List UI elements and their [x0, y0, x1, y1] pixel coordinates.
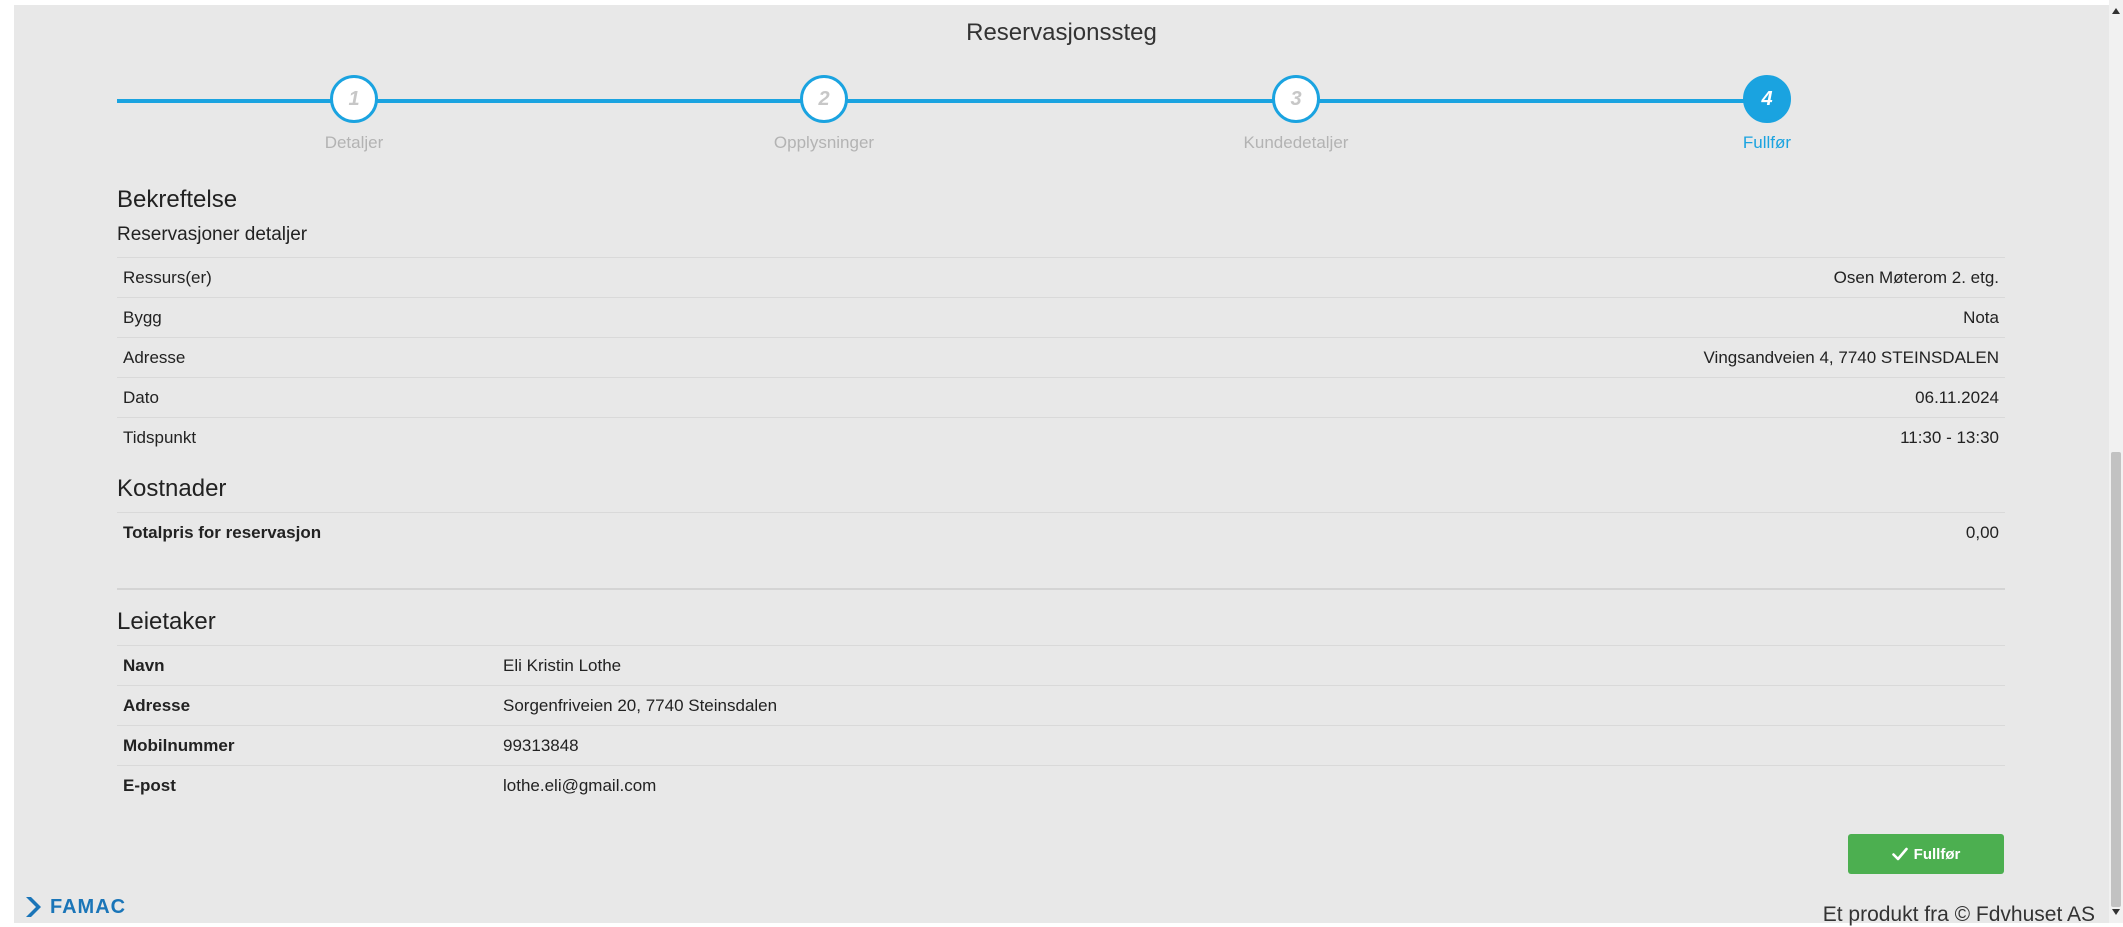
detail-value: Vingsandveien 4, 7740 STEINSDALEN — [1703, 348, 1999, 367]
step-2-label: Opplysninger — [773, 133, 875, 152]
tenant-value: 99313848 — [503, 736, 579, 755]
tenant-label: Navn — [123, 656, 165, 675]
step-2-circle: 2 — [800, 75, 848, 123]
detail-value: 11:30 - 13:30 — [1900, 428, 1999, 447]
famac-logo-icon — [26, 897, 41, 917]
tenant-row-mobile: Mobilnummer 99313848 — [117, 725, 2005, 765]
reservation-details-heading: Reservasjoner detaljer — [117, 224, 308, 245]
scrollbar-thumb[interactable] — [2111, 452, 2121, 907]
tenant-label: Adresse — [123, 696, 191, 715]
step-1-circle: 1 — [330, 75, 378, 123]
total-price-value: 0,00 — [1965, 523, 1999, 542]
detail-value: Osen Møterom 2. etg. — [1833, 268, 1999, 287]
step-2[interactable]: 2 Opplysninger — [744, 75, 904, 153]
tenant-label: E-post — [123, 776, 176, 795]
finish-button-label: Fullfør — [1913, 845, 1961, 863]
scroll-up-arrow-icon[interactable] — [2112, 8, 2120, 14]
tenant-label: Mobilnummer — [123, 736, 235, 755]
detail-label: Bygg — [123, 308, 162, 327]
step-4-label: Fullfør — [1742, 133, 1792, 152]
detail-row-date: Dato 06.11.2024 — [117, 377, 2005, 417]
confirmation-heading: Bekreftelse — [117, 186, 238, 213]
costs-heading: Kostnader — [117, 475, 227, 502]
detail-row-address: Adresse Vingsandveien 4, 7740 STEINSDALE… — [117, 337, 2005, 377]
detail-row-time: Tidspunkt 11:30 - 13:30 — [117, 417, 2005, 457]
section-divider — [117, 588, 2005, 590]
tenant-value: Sorgenfriveien 20, 7740 Steinsdalen — [503, 696, 778, 715]
detail-label: Adresse — [123, 348, 186, 367]
detail-value: Nota — [1963, 308, 1999, 327]
checkmark-icon — [1891, 847, 1908, 861]
page-title: Reservasjonssteg — [966, 19, 1157, 46]
tenant-row-name: Navn Eli Kristin Lothe — [117, 645, 2005, 685]
step-3-label: Kundedetaljer — [1243, 133, 1349, 152]
step-4-circle: 4 — [1743, 75, 1791, 123]
detail-value: 06.11.2024 — [1915, 388, 1999, 407]
detail-row-building: Bygg Nota — [117, 297, 2005, 337]
tenant-row-email: E-post lothe.eli@gmail.com — [117, 765, 2005, 805]
step-3-circle: 3 — [1272, 75, 1320, 123]
step-3[interactable]: 3 Kundedetaljer — [1216, 75, 1376, 153]
total-price-label: Totalpris for reservasjon — [123, 523, 322, 542]
tenant-heading: Leietaker — [117, 608, 216, 635]
logo-text: FAMAC — [50, 895, 127, 918]
step-4[interactable]: 4 Fullfør — [1687, 75, 1847, 153]
tenant-value: Eli Kristin Lothe — [503, 656, 622, 675]
step-1-label: Detaljer — [324, 133, 384, 152]
footer-copyright: Et produkt fra © Fdvhuset AS — [1822, 903, 2095, 926]
step-1[interactable]: 1 Detaljer — [274, 75, 434, 153]
detail-label: Tidspunkt — [123, 428, 197, 447]
famac-logo: FAMAC — [24, 895, 126, 919]
tenant-value: lothe.eli@gmail.com — [503, 776, 657, 795]
detail-row-resource: Ressurs(er) Osen Møterom 2. etg. — [117, 257, 2005, 297]
detail-label: Dato — [123, 388, 159, 407]
vertical-scrollbar[interactable] — [2109, 0, 2123, 923]
finish-button[interactable]: Fullfør — [1848, 834, 2004, 874]
tenant-row-address: Adresse Sorgenfriveien 20, 7740 Steinsda… — [117, 685, 2005, 725]
reservation-page: Reservasjonssteg 1 Detaljer 2 Opplysning… — [14, 5, 2109, 926]
total-price-row: Totalpris for reservasjon 0,00 — [117, 512, 2005, 552]
detail-label: Ressurs(er) — [123, 268, 212, 287]
scroll-down-arrow-icon[interactable] — [2112, 909, 2120, 915]
